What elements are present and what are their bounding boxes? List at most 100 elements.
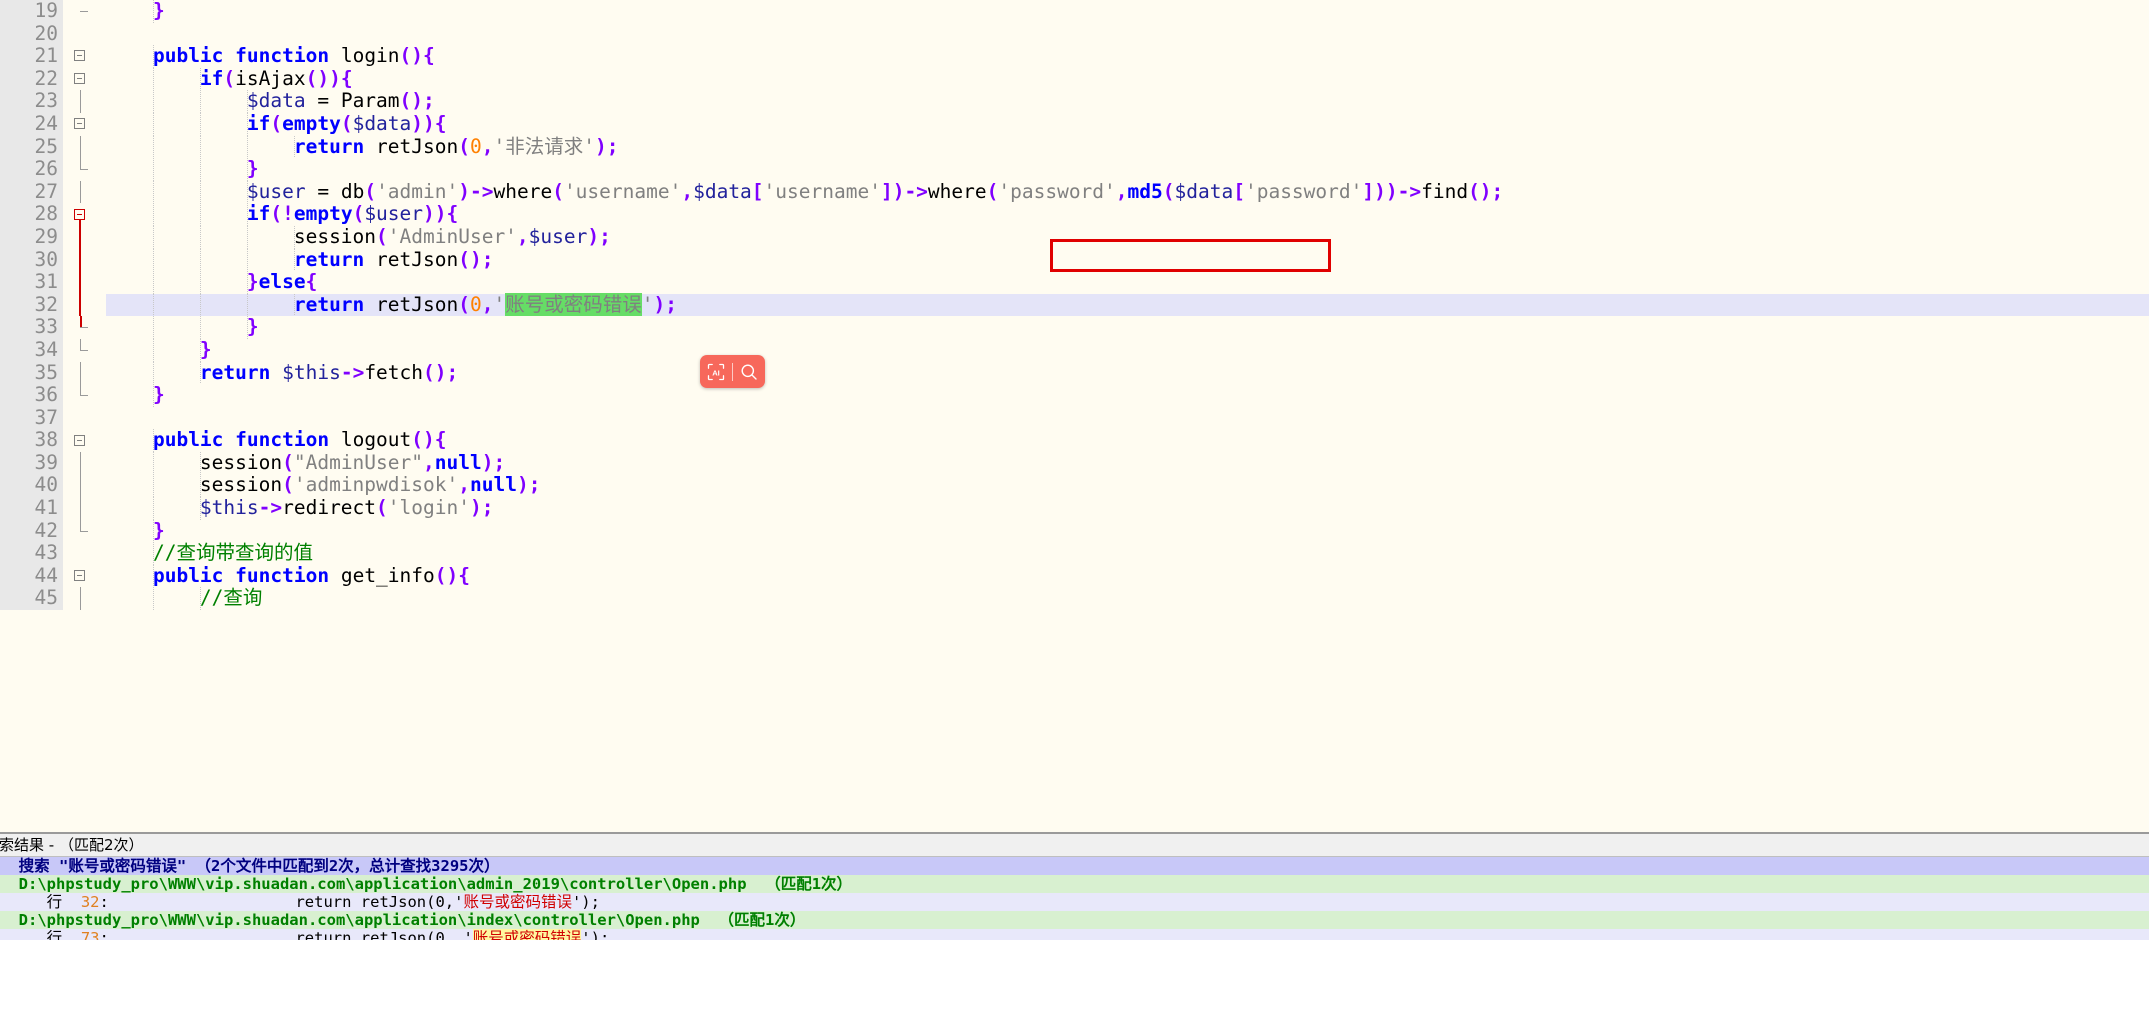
code-line[interactable]: 27 $user = db('admin')->where('username'… [0, 180, 2149, 204]
fold-marker-cell[interactable] [68, 316, 92, 339]
fold-marker-cell[interactable] [68, 248, 92, 272]
code-text[interactable] [106, 23, 2149, 46]
fold-marker-cell[interactable] [68, 112, 92, 136]
code-line[interactable]: 34 } [0, 338, 2149, 362]
code-text[interactable]: session('AdminUser',$user); [106, 225, 2149, 249]
bookmark-margin[interactable] [92, 203, 106, 226]
fold-marker-cell[interactable] [68, 45, 92, 68]
fold-marker-cell[interactable] [68, 542, 92, 565]
bookmark-margin[interactable] [92, 474, 106, 498]
bookmark-margin[interactable] [92, 90, 106, 113]
code-line[interactable]: 32 return retJson(0,'账号或密码错误'); [0, 292, 2149, 317]
fold-collapse-icon[interactable] [74, 50, 85, 62]
fold-marker-cell[interactable] [68, 564, 92, 588]
code-line[interactable]: 41 $this->redirect('login'); [0, 496, 2149, 520]
code-text[interactable]: $this->redirect('login'); [106, 496, 2149, 520]
code-editor-pane[interactable]: 19 } 20 21 public function login(){22 if(i… [0, 0, 2149, 832]
search-file-row[interactable]: D:\phpstudy_pro\WWW\vip.shuadan.com\appl… [0, 875, 2149, 893]
code-text[interactable]: //查询 [106, 587, 2149, 611]
bookmark-margin[interactable] [92, 293, 106, 317]
bookmark-margin[interactable] [92, 316, 106, 339]
bookmark-margin[interactable] [92, 135, 106, 159]
code-line[interactable]: 20 [0, 22, 2149, 46]
code-line[interactable]: 45 //查询 [0, 587, 2149, 611]
code-line[interactable]: 40 session('adminpwdisok',null); [0, 474, 2149, 498]
code-text[interactable]: } [106, 519, 2149, 543]
code-line[interactable]: 22 if(isAjax()){ [0, 67, 2149, 91]
fold-marker-cell[interactable] [68, 406, 92, 430]
bookmark-margin[interactable] [92, 451, 106, 475]
bookmark-margin[interactable] [92, 587, 106, 611]
bookmark-margin[interactable] [92, 384, 106, 407]
tab-search-results[interactable]: 搜索结果 - （匹配2次） [0, 835, 150, 855]
code-line[interactable]: 21 public function login(){ [0, 44, 2149, 68]
code-text[interactable]: return retJson(0,'账号或密码错误'); [106, 292, 2149, 317]
bookmark-margin[interactable] [92, 158, 106, 181]
search-file-row[interactable]: D:\phpstudy_pro\WWW\vip.shuadan.com\appl… [0, 911, 2149, 929]
bookmark-margin[interactable] [92, 0, 106, 23]
fold-marker-cell[interactable] [68, 293, 92, 317]
fold-marker-cell[interactable] [68, 519, 92, 543]
bookmark-margin[interactable] [92, 519, 106, 543]
fold-marker-cell[interactable] [68, 225, 92, 249]
code-text[interactable]: } [106, 383, 2149, 407]
fold-marker-cell[interactable] [68, 474, 92, 498]
code-text[interactable]: return retJson(); [106, 248, 2149, 272]
panel-tab-bar[interactable]: 搜索结果 - （匹配2次） [0, 834, 2149, 857]
code-lines-container[interactable]: 19 } 20 21 public function login(){22 if(i… [0, 0, 2149, 611]
ai-search-floating-widget[interactable]: AI [700, 355, 765, 388]
code-text[interactable]: }else{ [106, 270, 2149, 294]
bookmark-margin[interactable] [92, 497, 106, 520]
code-line[interactable]: 42 } [0, 519, 2149, 543]
fold-marker-cell[interactable] [68, 497, 92, 520]
fold-collapse-icon-active[interactable] [74, 208, 85, 220]
bookmark-margin[interactable] [92, 225, 106, 249]
fold-collapse-icon[interactable] [74, 73, 85, 85]
ai-translate-button[interactable]: AI [700, 356, 732, 388]
bookmark-margin[interactable] [92, 361, 106, 385]
code-text[interactable]: if(isAjax()){ [106, 67, 2149, 91]
search-results-panel[interactable]: 搜索结果 - （匹配2次） 搜索 "账号或密码错误" （2个文件中匹配到2次，总… [0, 832, 2149, 1029]
fold-collapse-icon[interactable] [74, 570, 85, 582]
code-line[interactable]: 39 session("AdminUser",null); [0, 451, 2149, 475]
code-text[interactable]: } [106, 157, 2149, 181]
bookmark-margin[interactable] [92, 406, 106, 430]
fold-marker-cell[interactable] [68, 361, 92, 385]
code-line[interactable]: 35 return $this->fetch(); [0, 361, 2149, 385]
fold-marker-cell[interactable] [68, 90, 92, 113]
code-text[interactable]: $user = db('admin')->where('username',$d… [106, 180, 2149, 204]
code-line[interactable]: 38 public function logout(){ [0, 428, 2149, 452]
search-summary-row[interactable]: 搜索 "账号或密码错误" （2个文件中匹配到2次，总计查找3295次） [0, 857, 2149, 875]
code-text[interactable]: return $this->fetch(); [106, 361, 2149, 385]
code-text[interactable]: } [106, 316, 2149, 339]
fold-marker-cell[interactable] [68, 384, 92, 407]
code-text[interactable]: return retJson(0,'非法请求'); [106, 135, 2149, 159]
code-line[interactable]: 19 } [0, 0, 2149, 23]
bookmark-margin[interactable] [92, 180, 106, 204]
code-line[interactable]: 29 session('AdminUser',$user); [0, 225, 2149, 249]
bookmark-margin[interactable] [92, 45, 106, 68]
code-text[interactable]: if(empty($data)){ [106, 112, 2149, 136]
search-hit-row[interactable]: 行 32: return retJson(0,'账号或密码错误'); [0, 893, 2149, 911]
code-line[interactable]: 30 return retJson(); [0, 248, 2149, 272]
code-text[interactable]: if(!empty($user)){ [106, 203, 2149, 226]
fold-marker-cell[interactable] [68, 203, 92, 227]
ai-search-button[interactable] [733, 356, 765, 388]
fold-marker-cell[interactable] [68, 338, 92, 362]
code-text[interactable]: session('adminpwdisok',null); [106, 474, 2149, 498]
code-line[interactable]: 43 //查询带查询的值 [0, 541, 2149, 565]
code-line[interactable]: 44 public function get_info(){ [0, 564, 2149, 588]
fold-marker-cell[interactable] [68, 135, 92, 159]
fold-marker-cell[interactable] [68, 587, 92, 611]
code-text[interactable]: $data = Param(); [106, 90, 2149, 113]
bookmark-margin[interactable] [92, 429, 106, 452]
code-text[interactable]: //查询带查询的值 [106, 541, 2149, 565]
code-text[interactable]: } [106, 0, 2149, 23]
code-line[interactable]: 28 if(!empty($user)){ [0, 203, 2149, 227]
bookmark-margin[interactable] [92, 271, 106, 294]
code-line[interactable]: 26 } [0, 157, 2149, 181]
fold-marker-cell[interactable] [68, 158, 92, 181]
code-line[interactable]: 23 $data = Param(); [0, 90, 2149, 113]
code-text[interactable]: } [106, 338, 2149, 362]
bookmark-margin[interactable] [92, 542, 106, 565]
